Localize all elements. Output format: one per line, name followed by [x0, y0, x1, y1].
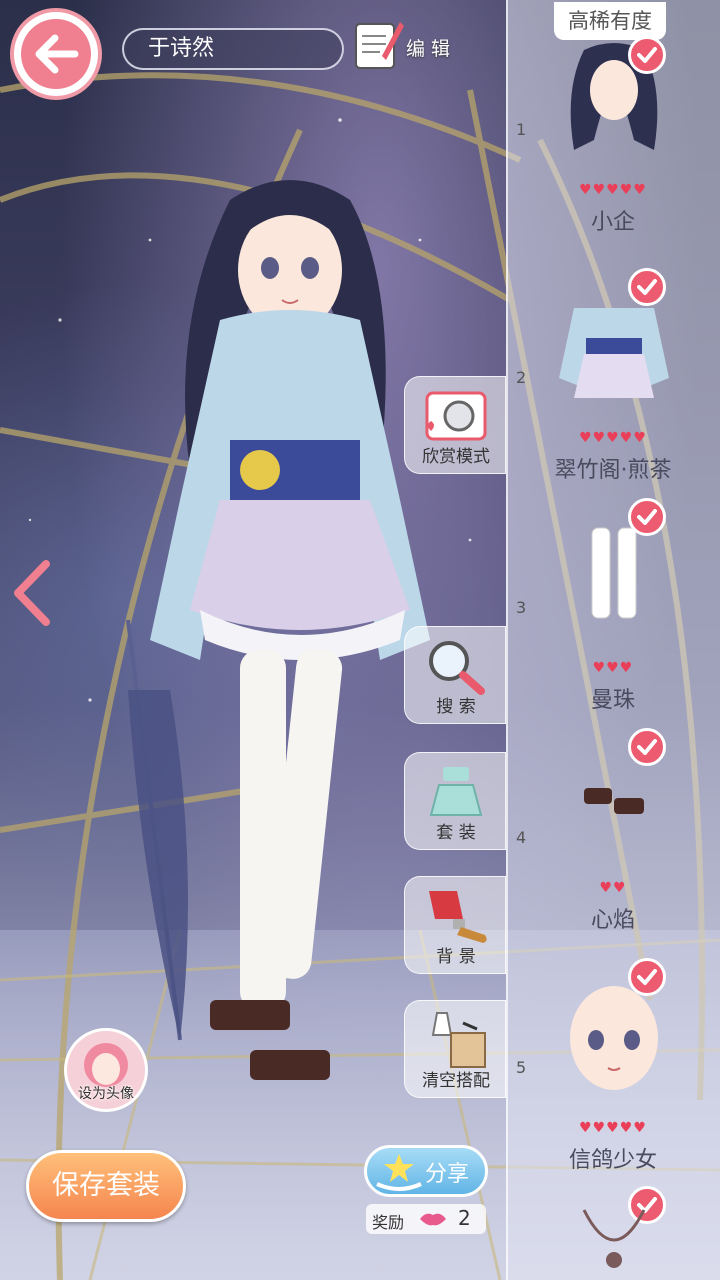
clear-outfit-label: 清空搭配: [422, 1071, 490, 1091]
wardrobe-slot-partial[interactable]: [506, 1180, 720, 1280]
back-button[interactable]: [10, 8, 102, 100]
reward-label: 奖励: [372, 1213, 405, 1232]
rarity-hearts: ♥♥♥♥♥: [579, 1120, 647, 1136]
rarity-hearts: ♥♥♥♥♥: [579, 430, 647, 446]
item-thumbnail: [570, 986, 658, 1090]
set-avatar-button[interactable]: 设为头像: [64, 1028, 148, 1112]
magnifier-icon: [429, 641, 485, 695]
set-avatar-label: 设为头像: [78, 1086, 134, 1102]
suit-label: 套 装: [436, 823, 476, 843]
selected-check-icon: [628, 958, 666, 996]
camera-icon: [425, 391, 487, 441]
outfit-icon: [429, 767, 483, 816]
selected-check-icon: [628, 36, 666, 74]
wardrobe-slot[interactable]: 1 ♥♥♥♥♥ 小企: [506, 10, 720, 240]
search-label: 搜 索: [436, 697, 476, 717]
suit-button[interactable]: 套 装: [404, 752, 506, 850]
item-name: 心焰: [590, 908, 635, 933]
wardrobe-slot[interactable]: 4 ♥♥ 心焰: [506, 718, 720, 948]
selected-check-icon: [628, 728, 666, 766]
search-button[interactable]: 搜 索: [404, 626, 506, 724]
clear-outfit-button[interactable]: 清空搭配: [404, 1000, 506, 1098]
item-name: 信鸽少女: [568, 1148, 657, 1173]
paintbrush-icon: [429, 891, 487, 943]
wardrobe-slot[interactable]: 5 ♥♥♥♥♥ 信鸽少女: [506, 948, 720, 1178]
appreciate-mode-label: 欣赏模式: [422, 447, 490, 467]
share-button[interactable]: 分享: [364, 1145, 488, 1197]
save-suit-button[interactable]: 保存套装: [26, 1150, 186, 1222]
edit-label: 编 辑: [406, 38, 451, 60]
slot-index: 3: [516, 598, 527, 617]
dress-box-icon: [431, 1012, 486, 1068]
wardrobe-slot[interactable]: 2 ♥♥♥♥♥ 翠竹阁·煎茶: [506, 258, 720, 488]
background-label: 背 景: [436, 947, 476, 967]
edit-notepad-icon: [355, 22, 404, 69]
reward-count: 2: [458, 1206, 471, 1230]
appreciate-mode-button[interactable]: 欣赏模式: [404, 376, 506, 474]
reward-badge: 奖励 2: [366, 1204, 486, 1234]
rarity-hearts: ♥♥: [599, 880, 627, 896]
slot-index: 5: [516, 1058, 527, 1077]
lips-icon: [420, 1213, 446, 1226]
share-label: 分享: [425, 1162, 470, 1187]
rarity-hearts: ♥♥♥: [592, 660, 634, 676]
slot-index: 2: [516, 368, 527, 387]
selected-check-icon: [628, 268, 666, 306]
item-thumbnail: [559, 308, 669, 398]
rarity-hearts: ♥♥♥♥♥: [579, 182, 647, 198]
item-thumbnail: [591, 527, 637, 619]
necklace-thumbnail: [582, 1209, 646, 1268]
edit-name-button[interactable]: 编 辑: [352, 14, 460, 74]
item-name: 小企: [590, 210, 635, 235]
background-button[interactable]: 背 景: [404, 876, 506, 974]
item-name: 曼珠: [590, 688, 635, 713]
wardrobe-slot[interactable]: 3 ♥♥♥ 曼珠: [506, 488, 720, 718]
slot-index: 4: [516, 828, 527, 847]
item-name: 翠竹阁·煎茶: [554, 458, 672, 483]
player-name-field[interactable]: 于诗然: [122, 28, 344, 70]
slot-index: 1: [516, 120, 527, 139]
item-thumbnail: [584, 788, 644, 814]
previous-arrow-icon[interactable]: [10, 558, 54, 628]
back-arrow-icon: [21, 19, 91, 89]
star-hand-icon: [376, 1154, 422, 1191]
selected-check-icon: [628, 498, 666, 536]
